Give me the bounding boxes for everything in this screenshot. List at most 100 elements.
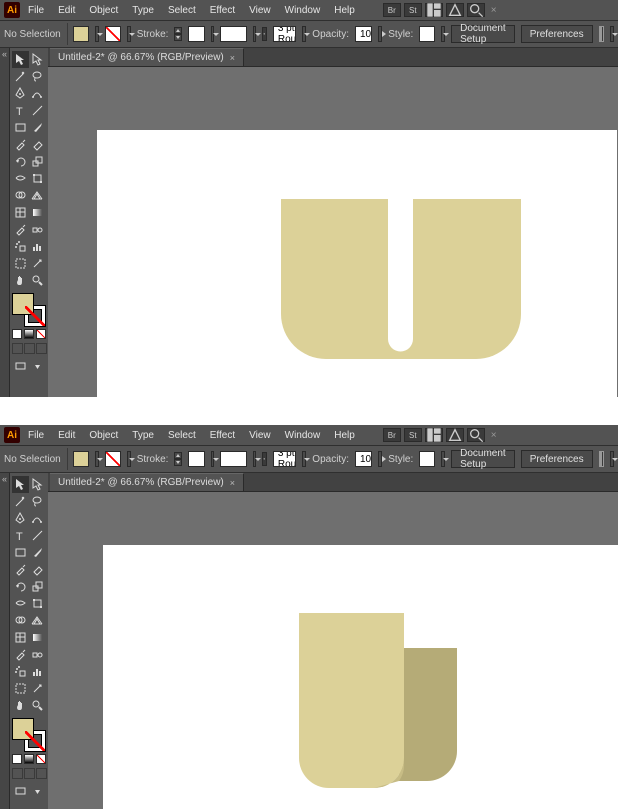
- draw-behind-icon[interactable]: [24, 768, 35, 779]
- menu-select[interactable]: Select: [162, 428, 202, 443]
- zoom-tool[interactable]: [29, 697, 46, 714]
- menu-window[interactable]: Window: [279, 3, 327, 18]
- menu-effect[interactable]: Effect: [204, 428, 241, 443]
- shaper-tool[interactable]: [12, 136, 29, 153]
- brush-prev-icon[interactable]: [262, 452, 266, 466]
- fill-swatch[interactable]: [73, 451, 89, 467]
- mesh-tool[interactable]: [12, 629, 29, 646]
- line-segment-tool[interactable]: [29, 527, 46, 544]
- stroke-swatch[interactable]: [105, 451, 121, 467]
- align-panel-dropdown[interactable]: [610, 26, 614, 42]
- hand-tool[interactable]: [12, 697, 29, 714]
- type-tool[interactable]: T: [12, 527, 29, 544]
- perspective-grid-tool[interactable]: [29, 612, 46, 629]
- column-graph-tool[interactable]: [29, 663, 46, 680]
- curvature-tool[interactable]: [29, 510, 46, 527]
- preferences-button[interactable]: Preferences: [521, 450, 593, 468]
- type-tool[interactable]: T: [12, 102, 29, 119]
- arrange-docs-icon[interactable]: [425, 3, 443, 17]
- rectangle-tool[interactable]: [12, 119, 29, 136]
- sidebar-toggle[interactable]: «: [0, 48, 10, 397]
- free-transform-tool[interactable]: [29, 170, 46, 187]
- gradient-tool[interactable]: [29, 629, 46, 646]
- column-graph-tool[interactable]: [29, 238, 46, 255]
- brush-prev-icon[interactable]: [262, 27, 266, 41]
- document-setup-button[interactable]: Document Setup: [451, 450, 515, 468]
- stroke-profile-field[interactable]: [220, 26, 246, 42]
- free-transform-tool[interactable]: [29, 595, 46, 612]
- opacity-popup[interactable]: [378, 451, 382, 467]
- doc-tab-close-icon[interactable]: ×: [230, 53, 235, 63]
- menu-type[interactable]: Type: [126, 428, 160, 443]
- bridge-chip-st[interactable]: St: [404, 3, 422, 17]
- shape-builder-tool[interactable]: [12, 187, 29, 204]
- arrange-docs-icon[interactable]: [425, 428, 443, 442]
- stroke-profile-dropdown[interactable]: [253, 26, 257, 42]
- doc-tab[interactable]: Untitled-2* @ 66.67% (RGB/Preview) ×: [50, 473, 244, 491]
- screen-mode-button[interactable]: [12, 358, 29, 375]
- lasso-tool[interactable]: [29, 68, 46, 85]
- opacity-popup[interactable]: [378, 26, 382, 42]
- curvature-tool[interactable]: [29, 85, 46, 102]
- screen-mode-button[interactable]: [12, 783, 29, 800]
- line-segment-tool[interactable]: [29, 102, 46, 119]
- menu-view[interactable]: View: [243, 428, 277, 443]
- artboard-tool[interactable]: [12, 680, 29, 697]
- doc-tab-close-icon[interactable]: ×: [230, 478, 235, 488]
- search-help-icon[interactable]: [467, 3, 485, 17]
- canvas[interactable]: [48, 492, 618, 809]
- fill-stroke-indicator[interactable]: [12, 718, 46, 752]
- color-swatch-gradient[interactable]: [24, 329, 34, 339]
- selection-tool[interactable]: [12, 476, 29, 493]
- bridge-chip-br[interactable]: Br: [383, 3, 401, 17]
- slice-tool[interactable]: [29, 255, 46, 272]
- menu-edit[interactable]: Edit: [52, 428, 81, 443]
- gpu-preview-icon[interactable]: [446, 428, 464, 442]
- width-tool[interactable]: [12, 170, 29, 187]
- align-panel-icon[interactable]: [599, 26, 605, 42]
- stroke-weight-field[interactable]: [188, 451, 204, 467]
- pen-tool[interactable]: [12, 510, 29, 527]
- symbol-sprayer-tool[interactable]: [12, 238, 29, 255]
- bridge-chip-st[interactable]: St: [404, 428, 422, 442]
- align-panel-dropdown[interactable]: [610, 451, 614, 467]
- stroke-weight-stepper[interactable]: [174, 452, 182, 466]
- fill-dropdown[interactable]: [95, 26, 99, 42]
- align-panel-icon[interactable]: [599, 451, 605, 467]
- menu-edit[interactable]: Edit: [52, 3, 81, 18]
- pen-tool[interactable]: [12, 85, 29, 102]
- menu-view[interactable]: View: [243, 3, 277, 18]
- hand-tool[interactable]: [12, 272, 29, 289]
- doc-tab[interactable]: Untitled-2* @ 66.67% (RGB/Preview) ×: [50, 48, 244, 66]
- screen-mode-dropdown[interactable]: [29, 358, 46, 375]
- menu-help[interactable]: Help: [328, 428, 361, 443]
- draw-inside-icon[interactable]: [36, 768, 47, 779]
- magic-wand-tool[interactable]: [12, 493, 29, 510]
- scale-tool[interactable]: [29, 153, 46, 170]
- menu-help[interactable]: Help: [328, 3, 361, 18]
- eraser-tool[interactable]: [29, 136, 46, 153]
- draw-inside-icon[interactable]: [36, 343, 47, 354]
- graphic-style-swatch[interactable]: [419, 26, 435, 42]
- color-swatch-solid[interactable]: [12, 329, 22, 339]
- direct-selection-tool[interactable]: [29, 476, 46, 493]
- draw-behind-icon[interactable]: [24, 343, 35, 354]
- stroke-swatch[interactable]: [105, 26, 121, 42]
- stroke-profile-dropdown[interactable]: [253, 451, 257, 467]
- brush-field[interactable]: 3 pt. Round: [273, 451, 297, 467]
- perspective-grid-tool[interactable]: [29, 187, 46, 204]
- stroke-weight-field[interactable]: [188, 26, 204, 42]
- color-swatch-solid[interactable]: [12, 754, 22, 764]
- paintbrush-tool[interactable]: [29, 544, 46, 561]
- draw-normal-icon[interactable]: [12, 343, 23, 354]
- fill-swatch[interactable]: [73, 26, 89, 42]
- menu-tooltip-close[interactable]: ×: [487, 5, 501, 16]
- lasso-tool[interactable]: [29, 493, 46, 510]
- stroke-weight-dropdown[interactable]: [211, 26, 215, 42]
- scale-tool[interactable]: [29, 578, 46, 595]
- shape-builder-tool[interactable]: [12, 612, 29, 629]
- menu-tooltip-close[interactable]: ×: [487, 430, 501, 441]
- opacity-field[interactable]: 100%: [355, 26, 372, 42]
- color-swatch-none[interactable]: [36, 754, 46, 764]
- menu-object[interactable]: Object: [83, 3, 124, 18]
